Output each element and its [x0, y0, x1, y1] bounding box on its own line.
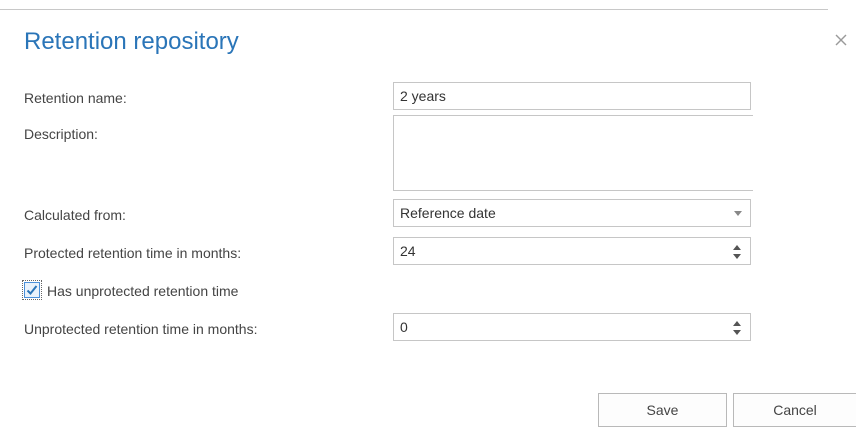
retention-name-input[interactable]: 2 years — [393, 82, 751, 110]
chevron-down-icon[interactable] — [734, 211, 742, 216]
spinner-down-icon[interactable] — [733, 254, 741, 259]
cancel-button[interactable]: Cancel — [733, 393, 856, 427]
retention-name-label: Retention name: — [24, 90, 127, 106]
checkmark-icon — [26, 285, 38, 295]
spinner-up-icon[interactable] — [733, 245, 741, 250]
spinner-up-icon[interactable] — [733, 321, 741, 326]
spinner-down-icon[interactable] — [733, 330, 741, 335]
description-textarea[interactable] — [393, 115, 753, 191]
close-icon[interactable] — [832, 31, 850, 49]
dialog-top-divider — [0, 9, 828, 10]
unprotected-retention-stepper[interactable]: 0 — [393, 313, 751, 341]
protected-retention-label: Protected retention time in months: — [24, 245, 242, 261]
calculated-from-label: Calculated from: — [24, 207, 126, 223]
unprotected-retention-label: Unprotected retention time in months: — [24, 321, 258, 337]
dialog-title: Retention repository — [24, 28, 239, 55]
description-label: Description: — [24, 126, 98, 142]
save-button[interactable]: Save — [598, 393, 727, 427]
has-unprotected-label[interactable]: Has unprotected retention time — [47, 282, 238, 300]
calculated-from-value: Reference date — [400, 205, 496, 221]
unprotected-retention-value: 0 — [400, 319, 408, 335]
has-unprotected-checkbox[interactable] — [22, 280, 42, 300]
protected-retention-stepper[interactable]: 24 — [393, 237, 751, 265]
calculated-from-select[interactable]: Reference date — [393, 199, 751, 227]
protected-retention-value: 24 — [400, 243, 416, 259]
